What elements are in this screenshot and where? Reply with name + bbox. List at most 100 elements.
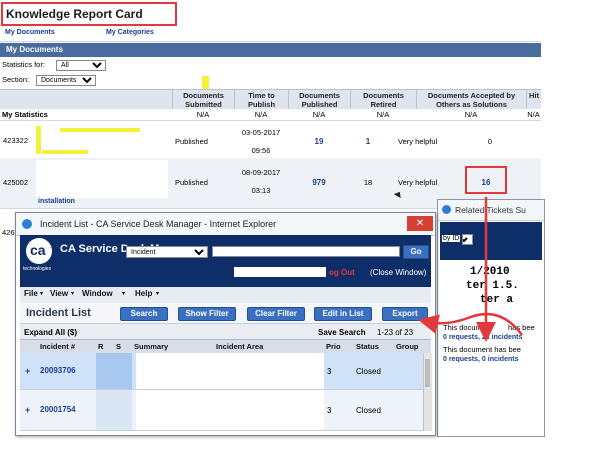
- scrollbar-thumb[interactable]: [425, 359, 430, 387]
- list-info-bar: Expand All ($) Save Search 1-23 of 23: [20, 323, 431, 340]
- related-big-text-1: 1/2010: [470, 266, 510, 278]
- expand-all-link[interactable]: Expand All ($): [24, 328, 77, 337]
- save-search-link[interactable]: Save Search: [318, 328, 366, 337]
- doc-title-fragment[interactable]: installation: [38, 198, 75, 205]
- statistics-row: My Statistics N/A N/A N/A N/A N/A N/A: [0, 109, 541, 121]
- doc-status: Published: [175, 137, 208, 146]
- highlight-mark: [60, 128, 140, 132]
- col-status[interactable]: Status: [356, 342, 379, 351]
- search-input[interactable]: [212, 246, 400, 257]
- doc-id-partial: 426: [2, 228, 15, 237]
- section-select[interactable]: Documents: [36, 75, 96, 86]
- menu-file[interactable]: File: [24, 289, 38, 298]
- doc-published-link[interactable]: 979: [288, 178, 350, 187]
- doc-id: 423322: [3, 136, 29, 145]
- doc-date: 08-09-2017: [241, 168, 281, 177]
- by-id-select[interactable]: [462, 234, 473, 245]
- ie-logo-icon: [442, 205, 451, 214]
- doc-published-link[interactable]: 19: [288, 137, 350, 146]
- ca-logo-icon: ca: [26, 238, 52, 264]
- close-window-link[interactable]: (Close Window): [370, 268, 426, 277]
- stats-label: My Statistics: [2, 110, 48, 119]
- ca-logo-subtext: technologies: [23, 266, 52, 272]
- col-submitted: Documents Submitted: [172, 90, 234, 110]
- doc-date: 03-05-2017: [241, 128, 281, 137]
- highlight-mark: [42, 150, 88, 154]
- col-prio[interactable]: Prio: [326, 342, 341, 351]
- col-retired: Documents Retired: [350, 90, 416, 110]
- chevron-down-icon: ▾: [71, 291, 75, 297]
- col-r[interactable]: R: [98, 342, 103, 351]
- expand-row-icon[interactable]: +: [25, 405, 30, 415]
- col-summary[interactable]: Summary: [134, 342, 168, 351]
- related-tickets-window: Related Tickets Su by ID 1/2010 ter 1.5.…: [437, 199, 545, 437]
- doc-rating: Very helpful: [398, 178, 438, 187]
- related-line-1: This docume: [443, 323, 486, 332]
- col-s[interactable]: S: [116, 342, 121, 351]
- go-button[interactable]: Go: [403, 245, 429, 259]
- stats-accepted: N/A: [464, 110, 478, 119]
- doc-accepted-link[interactable]: 16: [465, 178, 507, 187]
- doc-accepted: 0: [487, 137, 493, 146]
- menu-help[interactable]: Help: [135, 289, 152, 298]
- col-incident-area[interactable]: Incident Area: [216, 342, 263, 351]
- menu-window[interactable]: Window: [82, 289, 113, 298]
- col-accepted: Documents Accepted by Others as Solution…: [416, 90, 526, 110]
- table-row[interactable]: 423322 Published 03-05-2017 09:56 19 1 V…: [0, 124, 541, 159]
- vertical-scrollbar[interactable]: [423, 353, 432, 431]
- doc-status: Published: [175, 178, 208, 187]
- doc-retired: 18: [363, 178, 373, 187]
- incident-window-titlebar: Incident List - CA Service Desk Manager …: [16, 213, 435, 236]
- section-header: My Documents: [0, 43, 541, 57]
- doc-retired-link[interactable]: 1: [350, 137, 386, 146]
- ie-logo-icon: [22, 219, 32, 229]
- col-incident[interactable]: Incident #: [40, 342, 75, 351]
- casd-header: ca technologies CA Service Desk M Incide…: [20, 235, 431, 287]
- result-range: 1-23 of 23: [377, 328, 414, 337]
- export-button[interactable]: Export: [382, 307, 428, 321]
- table-row[interactable]: + 20001754 3 Closed: [20, 390, 431, 431]
- related-requests-link-1[interactable]: 0 requests, 23 incidents: [443, 334, 522, 341]
- search-button[interactable]: Search: [120, 307, 168, 321]
- related-content: 1/2010 ter 1.5. ter a: [440, 260, 542, 310]
- table-row[interactable]: + 20093706 3 Closed: [20, 353, 431, 390]
- col-hits: Hit: [526, 90, 541, 110]
- edit-in-list-button[interactable]: Edit in List: [314, 307, 372, 321]
- related-window-title: Related Tickets Su: [455, 205, 526, 215]
- col-published: Documents Published: [288, 90, 350, 110]
- incident-priority: 3: [327, 406, 332, 415]
- chevron-down-icon: ▾: [122, 291, 126, 297]
- col-time-to-publish: Time to Publish: [234, 90, 288, 110]
- row-flags: [96, 390, 132, 430]
- incident-number-link[interactable]: 20001754: [40, 405, 76, 414]
- redacted-user: [234, 267, 326, 277]
- related-requests-link-2[interactable]: 0 requests, 0 incidents: [443, 356, 518, 363]
- close-icon[interactable]: ✕: [407, 216, 433, 231]
- expand-row-icon[interactable]: +: [25, 366, 30, 376]
- incident-number-link[interactable]: 20093706: [40, 366, 76, 375]
- doc-rating: Very helpful: [398, 137, 438, 146]
- redacted-summary: [136, 390, 324, 430]
- list-title: Incident List: [26, 307, 91, 319]
- statistics-filter: Statistics for:: [2, 60, 45, 69]
- nav-my-documents[interactable]: My Documents: [5, 29, 55, 36]
- logout-link[interactable]: og Out: [329, 268, 355, 277]
- related-window-titlebar: Related Tickets Su: [438, 200, 544, 221]
- related-big-text-3: ter a: [480, 294, 514, 306]
- col-group[interactable]: Group: [396, 342, 419, 351]
- menu-view[interactable]: View: [50, 289, 68, 298]
- stats-time: N/A: [254, 110, 268, 119]
- top-navigation: My Documents My Categories: [0, 27, 541, 42]
- statistics-select[interactable]: All: [56, 60, 106, 71]
- related-line-2: This document has bee: [443, 345, 521, 354]
- show-filter-button[interactable]: Show Filter: [178, 307, 236, 321]
- chevron-down-icon: ▾: [156, 291, 160, 297]
- clear-filter-button[interactable]: Clear Filter: [247, 307, 305, 321]
- nav-my-categories[interactable]: My Categories: [106, 29, 154, 36]
- related-line-1b: has bee: [508, 323, 535, 332]
- stats-submitted: N/A: [196, 110, 210, 119]
- statistics-label: Statistics for:: [2, 60, 45, 69]
- stats-published: N/A: [312, 110, 326, 119]
- incident-toolbar: Incident List Search Show Filter Clear F…: [20, 303, 431, 323]
- search-type-select[interactable]: Incident: [126, 246, 208, 258]
